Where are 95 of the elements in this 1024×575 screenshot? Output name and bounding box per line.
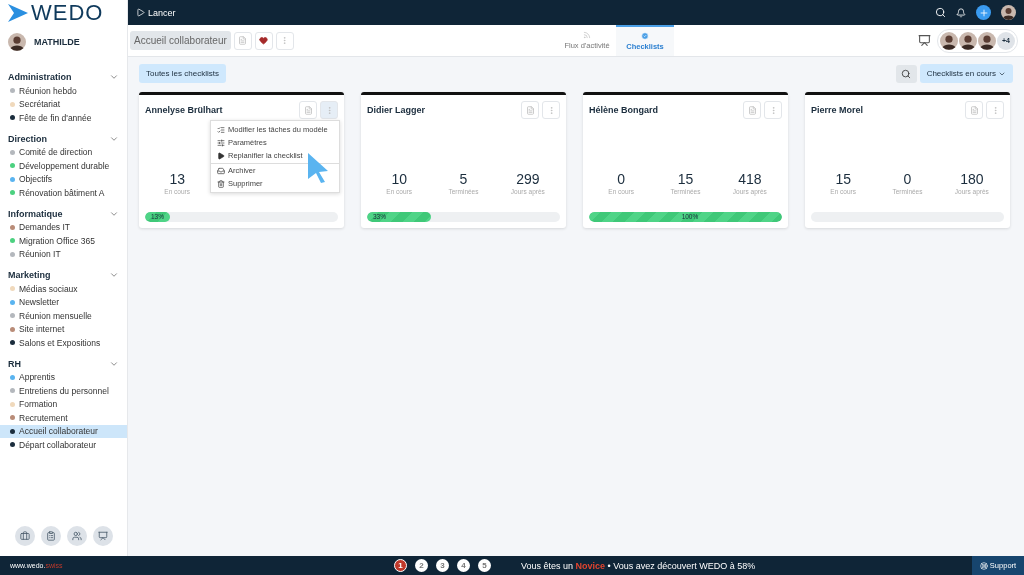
more-button[interactable] <box>764 101 782 119</box>
logo-text: WEDO <box>31 0 104 26</box>
plus-icon <box>978 7 989 18</box>
sliders-icon <box>217 138 225 147</box>
more-button[interactable] <box>986 101 1004 119</box>
sidebar-item[interactable]: Formation <box>0 397 127 411</box>
sidebar-item[interactable]: Rénovation bâtiment A <box>0 186 127 200</box>
sidebar-item[interactable]: Migration Office 365 <box>0 234 127 248</box>
status-dropdown[interactable]: Checklists en cours <box>919 64 1013 83</box>
stat-value: 180 <box>960 171 984 187</box>
sidebar-item[interactable]: Fête de fin d'année <box>0 111 127 125</box>
avatar <box>978 31 996 50</box>
feed-icon <box>583 31 591 39</box>
step-indicator[interactable]: 4 <box>457 559 470 572</box>
add-button[interactable] <box>976 5 991 20</box>
group-title: Direction <box>8 133 47 144</box>
briefcase-icon[interactable] <box>14 526 35 546</box>
favorite-button[interactable] <box>254 31 273 50</box>
list-icon <box>217 125 225 134</box>
document-button[interactable] <box>965 101 983 119</box>
document-icon <box>525 105 535 115</box>
sidebar-item[interactable]: Médias sociaux <box>0 282 127 296</box>
step-indicator[interactable]: 1 <box>394 559 407 572</box>
document-icon <box>303 105 313 115</box>
sidebar-item[interactable]: Newsletter <box>0 295 127 309</box>
stat-value: 10 <box>391 171 407 187</box>
search-icon[interactable] <box>935 7 946 18</box>
progress-message: Vous êtes un Novice • Vous avez découvert WEDO à 58% <box>521 560 756 571</box>
clipboard-icon[interactable] <box>40 526 61 546</box>
sidebar-item[interactable]: Développement durable <box>0 159 127 173</box>
check-icon <box>641 32 649 40</box>
search-button[interactable] <box>895 64 917 83</box>
sidebar-item[interactable]: Objectifs <box>0 172 127 186</box>
card-title: Pierre Morel <box>811 105 864 115</box>
chevron-icon[interactable] <box>109 72 119 82</box>
trash-icon <box>217 179 225 188</box>
page-title: Accueil collaborateur <box>130 31 231 50</box>
sidebar-item[interactable]: Réunion mensuelle <box>0 309 127 323</box>
inbox-icon <box>217 166 225 175</box>
document-button[interactable] <box>743 101 761 119</box>
more-button[interactable] <box>542 101 560 119</box>
avatar <box>940 31 958 50</box>
avatar <box>959 31 977 50</box>
stat-value: 15 <box>677 171 694 187</box>
document-button[interactable] <box>299 101 317 119</box>
document-button[interactable] <box>521 101 539 119</box>
stat-value: 418 <box>738 171 762 187</box>
stat-value: 15 <box>835 171 851 187</box>
group-title: Marketing <box>8 270 51 280</box>
users-icon[interactable] <box>66 526 87 546</box>
sidebar-item[interactable]: Recrutement <box>0 411 127 425</box>
all-checklists-button[interactable]: Toutes les checklists <box>139 64 226 83</box>
cursor-icon <box>307 152 329 184</box>
logo-icon <box>8 3 28 22</box>
card-title: Hélène Bongard <box>589 105 658 115</box>
play-icon <box>136 8 145 17</box>
sidebar-item[interactable]: Départ collaborateur <box>0 438 127 452</box>
more-button[interactable] <box>320 101 338 119</box>
step-indicator[interactable]: 5 <box>478 559 491 572</box>
avatar <box>8 33 26 51</box>
presentation-icon[interactable] <box>918 34 931 47</box>
presentation-icon[interactable] <box>92 526 113 546</box>
sidebar-item[interactable]: Réunion IT <box>0 247 127 261</box>
card-title: Didier Lagger <box>367 105 425 115</box>
user-avatar <box>1001 5 1016 20</box>
card-title: Annelyse Brülhart <box>145 105 223 115</box>
sidebar-item[interactable]: Salons et Expositions <box>0 336 127 350</box>
sidebar-item[interactable]: Secrétariat <box>0 97 127 111</box>
sidebar-item[interactable]: Site internet <box>0 322 127 336</box>
support-icon <box>979 561 988 570</box>
sidebar-item[interactable]: Réunion hebdo <box>0 84 127 98</box>
stat-value: 0 <box>903 171 912 187</box>
group-title: Informatique <box>8 208 63 219</box>
document-icon <box>747 105 757 115</box>
user-name: MATHILDE <box>34 37 80 47</box>
step-indicator[interactable]: 3 <box>436 559 449 572</box>
document-icon <box>238 36 248 45</box>
sidebar-item[interactable]: Apprentis <box>0 370 127 384</box>
sidebar-item[interactable]: Demandes IT <box>0 220 127 234</box>
stat-value: 0 <box>617 171 626 187</box>
stat-value: 5 <box>459 171 468 187</box>
stat-value: 299 <box>516 171 540 187</box>
sidebar-item[interactable]: Accueil collaborateur <box>0 424 127 438</box>
step-indicator[interactable]: 2 <box>415 559 428 572</box>
stat-value: 13 <box>169 171 185 187</box>
chevron-icon[interactable] <box>109 270 119 280</box>
search-icon <box>901 68 912 79</box>
document-icon <box>969 105 979 115</box>
launch-button[interactable]: Lancer <box>136 7 176 18</box>
group-title: RH <box>8 358 21 369</box>
sidebar-item[interactable]: Entretiens du personnel <box>0 384 127 398</box>
group-title: Administration <box>8 72 72 82</box>
sidebar-item[interactable]: Comité de direction <box>0 145 127 159</box>
bell-icon[interactable] <box>956 7 966 18</box>
play-icon <box>217 151 225 160</box>
